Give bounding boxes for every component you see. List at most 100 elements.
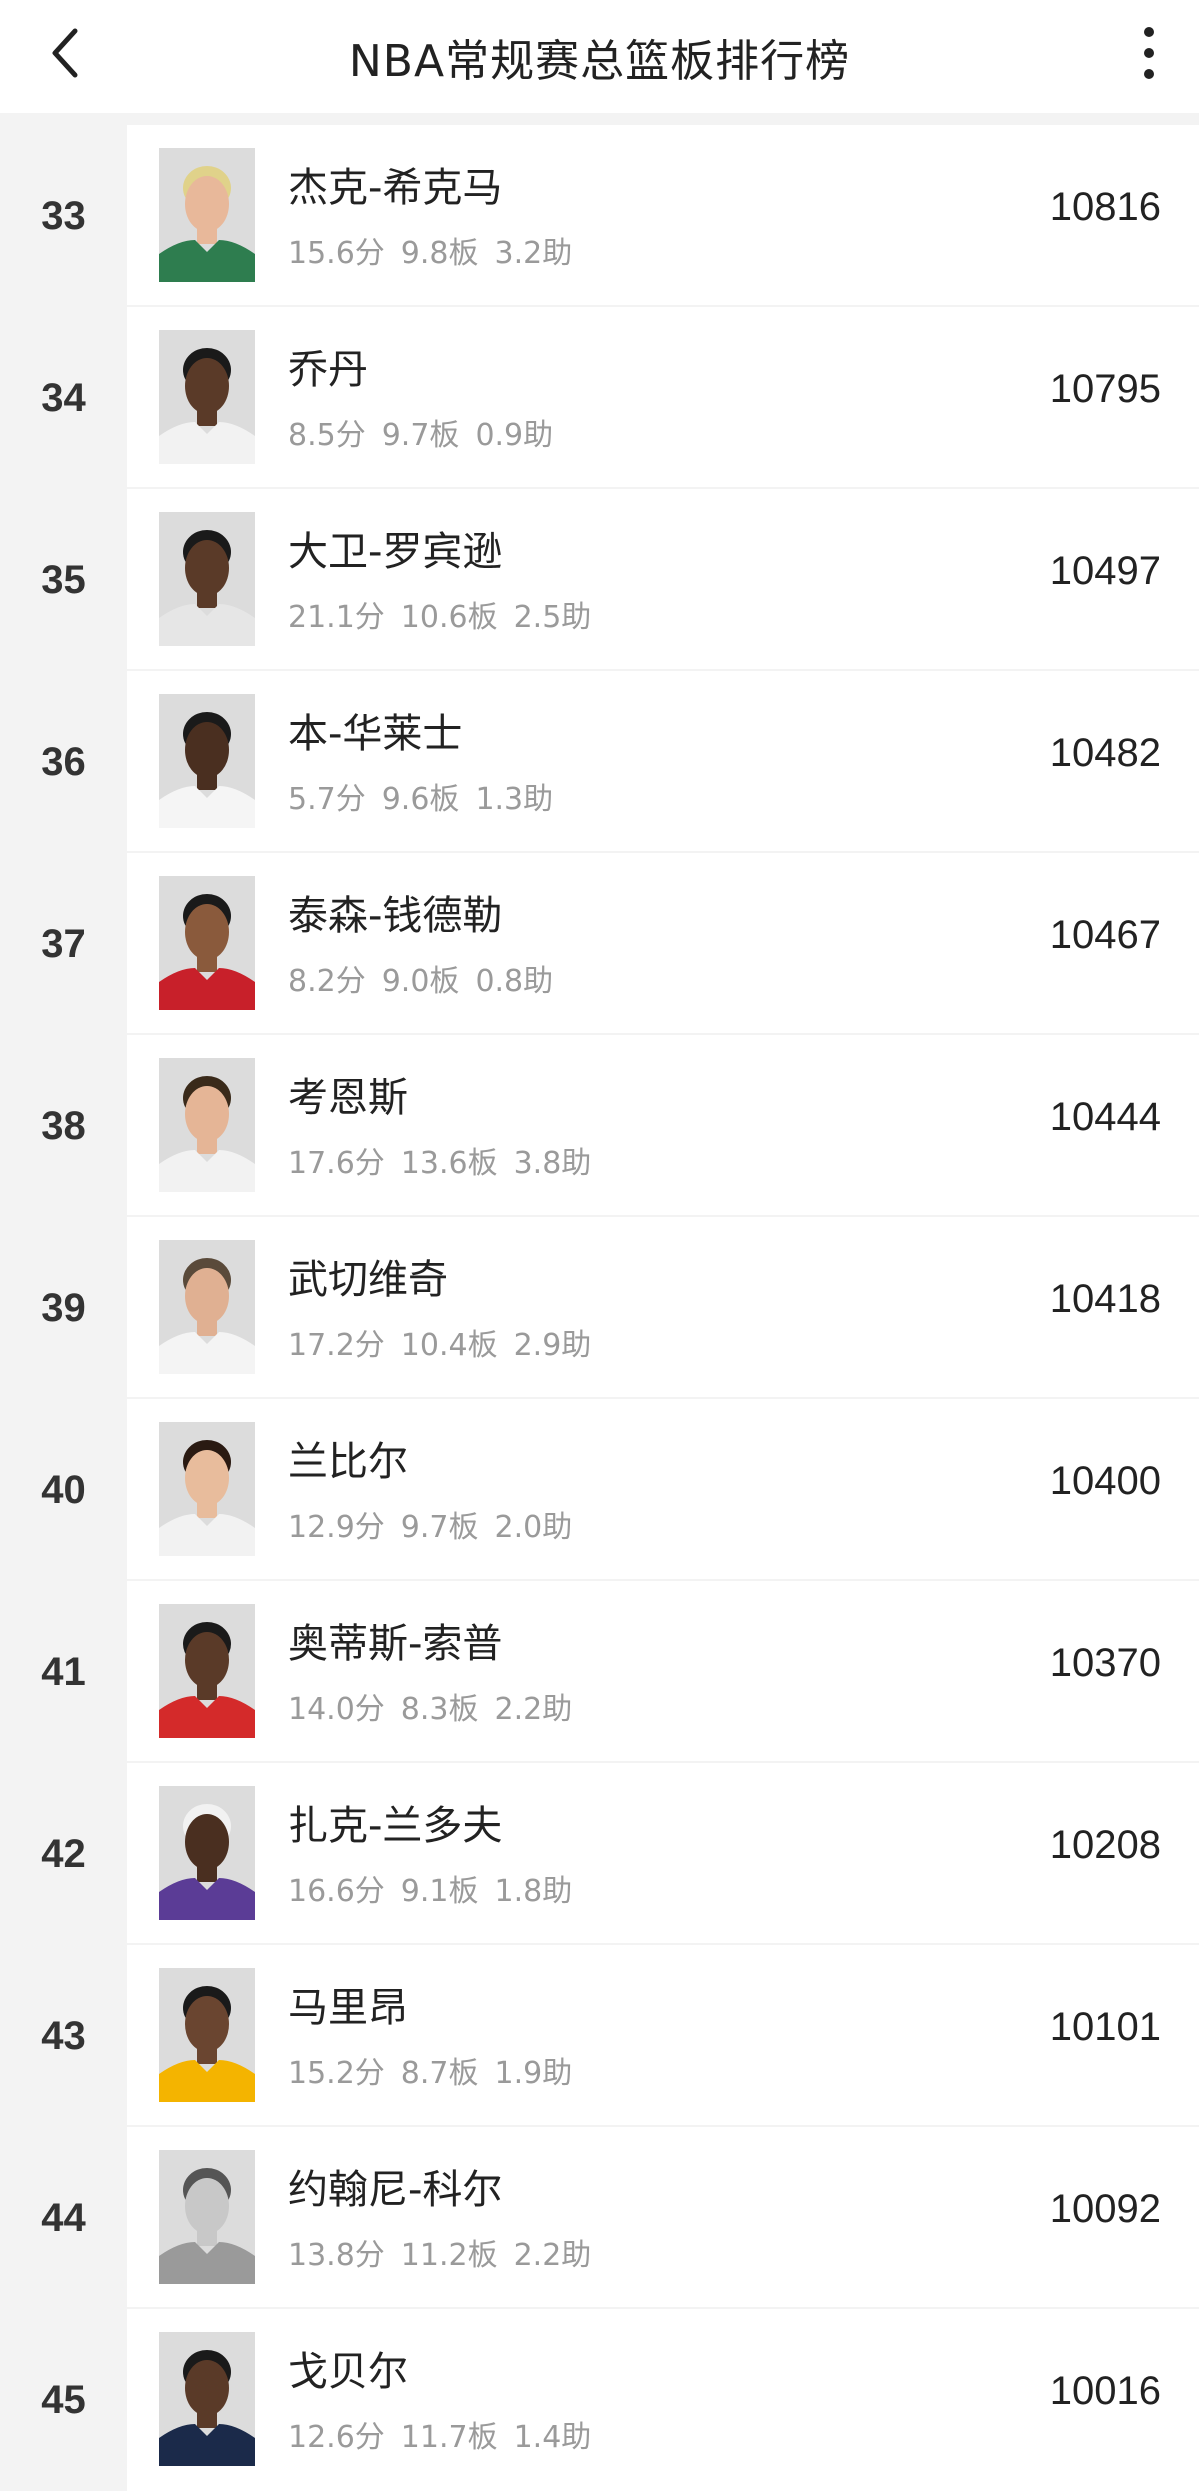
player-stats: 5.7分 9.6板 1.3助 — [288, 774, 569, 818]
total-rebounds: 10497 — [1049, 549, 1161, 593]
assists-per-game: 0.9助 — [475, 418, 554, 453]
rank-number: 45 — [0, 2309, 127, 2491]
player-card[interactable]: 奥蒂斯-索普 14.0分 8.3板 2.2助 10370 — [127, 1581, 1199, 1761]
points-per-game: 15.6分 — [288, 236, 385, 271]
player-stats: 15.2分 8.7板 1.9助 — [288, 2048, 588, 2092]
total-rebounds: 10400 — [1049, 1459, 1161, 1503]
rebounds-per-game: 9.7板 — [381, 418, 460, 453]
player-name: 武切维奇 — [288, 1257, 448, 1303]
player-card[interactable]: 约翰尼-科尔 13.8分 11.2板 2.2助 10092 — [127, 2127, 1199, 2307]
player-card[interactable]: 武切维奇 17.2分 10.4板 2.9助 10418 — [127, 1217, 1199, 1397]
player-stats: 15.6分 9.8板 3.2助 — [288, 228, 588, 272]
rebounds-per-game: 9.0板 — [381, 964, 460, 999]
top-bar: NBA常规赛总篮板排行榜 — [0, 0, 1199, 113]
player-name: 约翰尼-科尔 — [288, 2167, 503, 2213]
assists-per-game: 2.9助 — [513, 1328, 592, 1363]
list-item: 45 戈贝尔 12.6分 11.7板 1.4助 10016 — [0, 2309, 1199, 2491]
points-per-game: 16.6分 — [288, 1874, 385, 1909]
rank-number: 37 — [0, 853, 127, 1035]
player-stats: 12.6分 11.7板 1.4助 — [288, 2412, 607, 2456]
player-stats: 14.0分 8.3板 2.2助 — [288, 1684, 588, 1728]
rank-number: 40 — [0, 1399, 127, 1581]
player-card[interactable]: 扎克-兰多夫 16.6分 9.1板 1.8助 10208 — [127, 1763, 1199, 1943]
list-item: 33 杰克-希克马 15.6分 9.8板 3.2助 10816 — [0, 125, 1199, 307]
assists-per-game: 3.2助 — [494, 236, 573, 271]
player-name: 兰比尔 — [288, 1439, 408, 1485]
player-avatar — [159, 1604, 255, 1738]
list-item: 43 马里昂 15.2分 8.7板 1.9助 10101 — [0, 1945, 1199, 2127]
player-card[interactable]: 本-华莱士 5.7分 9.6板 1.3助 10482 — [127, 671, 1199, 851]
player-stats: 8.2分 9.0板 0.8助 — [288, 956, 569, 1000]
player-card[interactable]: 大卫-罗宾逊 21.1分 10.6板 2.5助 10497 — [127, 489, 1199, 669]
total-rebounds: 10016 — [1049, 2369, 1161, 2413]
list-item: 41 奥蒂斯-索普 14.0分 8.3板 2.2助 10370 — [0, 1581, 1199, 1763]
list-item: 39 武切维奇 17.2分 10.4板 2.9助 10418 — [0, 1217, 1199, 1399]
player-stats: 12.9分 9.7板 2.0助 — [288, 1502, 588, 1546]
player-card[interactable]: 兰比尔 12.9分 9.7板 2.0助 10400 — [127, 1399, 1199, 1579]
player-card[interactable]: 戈贝尔 12.6分 11.7板 1.4助 10016 — [127, 2309, 1199, 2489]
player-name: 马里昂 — [288, 1985, 408, 2031]
list-item: 34 乔丹 8.5分 9.7板 0.9助 10795 — [0, 307, 1199, 489]
points-per-game: 15.2分 — [288, 2056, 385, 2091]
assists-per-game: 2.2助 — [494, 1692, 573, 1727]
player-stats: 21.1分 10.6板 2.5助 — [288, 592, 607, 636]
rank-number: 38 — [0, 1035, 127, 1217]
player-name: 杰克-希克马 — [288, 165, 503, 211]
rebounds-per-game: 10.6板 — [400, 600, 498, 635]
player-avatar — [159, 330, 255, 464]
player-avatar — [159, 1968, 255, 2102]
player-name: 扎克-兰多夫 — [288, 1803, 503, 1849]
rank-number: 43 — [0, 1945, 127, 2127]
chevron-left-icon — [52, 28, 78, 78]
player-stats: 17.6分 13.6板 3.8助 — [288, 1138, 607, 1182]
points-per-game: 17.6分 — [288, 1146, 385, 1181]
rank-number: 33 — [0, 125, 127, 307]
player-name: 本-华莱士 — [288, 711, 463, 757]
points-per-game: 8.5分 — [288, 418, 366, 453]
player-avatar — [159, 1058, 255, 1192]
player-card[interactable]: 杰克-希克马 15.6分 9.8板 3.2助 10816 — [127, 125, 1199, 305]
total-rebounds: 10444 — [1049, 1095, 1161, 1139]
points-per-game: 21.1分 — [288, 600, 385, 635]
player-card[interactable]: 考恩斯 17.6分 13.6板 3.8助 10444 — [127, 1035, 1199, 1215]
assists-per-game: 2.0助 — [494, 1510, 573, 1545]
total-rebounds: 10795 — [1049, 367, 1161, 411]
player-card[interactable]: 乔丹 8.5分 9.7板 0.9助 10795 — [127, 307, 1199, 487]
page-title: NBA常规赛总篮板排行榜 — [348, 35, 851, 87]
player-avatar — [159, 1422, 255, 1556]
player-card[interactable]: 泰森-钱德勒 8.2分 9.0板 0.8助 10467 — [127, 853, 1199, 1033]
points-per-game: 17.2分 — [288, 1328, 385, 1363]
rank-number: 34 — [0, 307, 127, 489]
total-rebounds: 10092 — [1049, 2187, 1161, 2231]
player-name: 大卫-罗宾逊 — [288, 529, 503, 575]
total-rebounds: 10370 — [1049, 1641, 1161, 1685]
player-name: 考恩斯 — [288, 1075, 408, 1121]
rank-number: 39 — [0, 1217, 127, 1399]
list-item: 35 大卫-罗宾逊 21.1分 10.6板 2.5助 10497 — [0, 489, 1199, 671]
more-options-button[interactable] — [1119, 18, 1179, 88]
rebounds-per-game: 9.7板 — [400, 1510, 479, 1545]
rebound-ranking-list: 33 杰克-希克马 15.6分 9.8板 3.2助 10816 34 乔丹 8.… — [0, 113, 1199, 2491]
back-button[interactable] — [30, 18, 100, 88]
list-item: 44 约翰尼-科尔 13.8分 11.2板 2.2助 10092 — [0, 2127, 1199, 2309]
list-item: 40 兰比尔 12.9分 9.7板 2.0助 10400 — [0, 1399, 1199, 1581]
player-stats: 17.2分 10.4板 2.9助 — [288, 1320, 607, 1364]
assists-per-game: 0.8助 — [475, 964, 554, 999]
list-item: 37 泰森-钱德勒 8.2分 9.0板 0.8助 10467 — [0, 853, 1199, 1035]
assists-per-game: 1.8助 — [494, 1874, 573, 1909]
rebounds-per-game: 11.2板 — [400, 2238, 498, 2273]
points-per-game: 12.6分 — [288, 2420, 385, 2455]
total-rebounds: 10467 — [1049, 913, 1161, 957]
rank-number: 42 — [0, 1763, 127, 1945]
points-per-game: 13.8分 — [288, 2238, 385, 2273]
assists-per-game: 2.2助 — [513, 2238, 592, 2273]
player-card[interactable]: 马里昂 15.2分 8.7板 1.9助 10101 — [127, 1945, 1199, 2125]
rebounds-per-game: 13.6板 — [400, 1146, 498, 1181]
player-avatar — [159, 148, 255, 282]
points-per-game: 5.7分 — [288, 782, 366, 817]
rank-number: 44 — [0, 2127, 127, 2309]
player-name: 戈贝尔 — [288, 2349, 408, 2395]
player-avatar — [159, 694, 255, 828]
list-item: 42 扎克-兰多夫 16.6分 9.1板 1.8助 10208 — [0, 1763, 1199, 1945]
rank-number: 35 — [0, 489, 127, 671]
